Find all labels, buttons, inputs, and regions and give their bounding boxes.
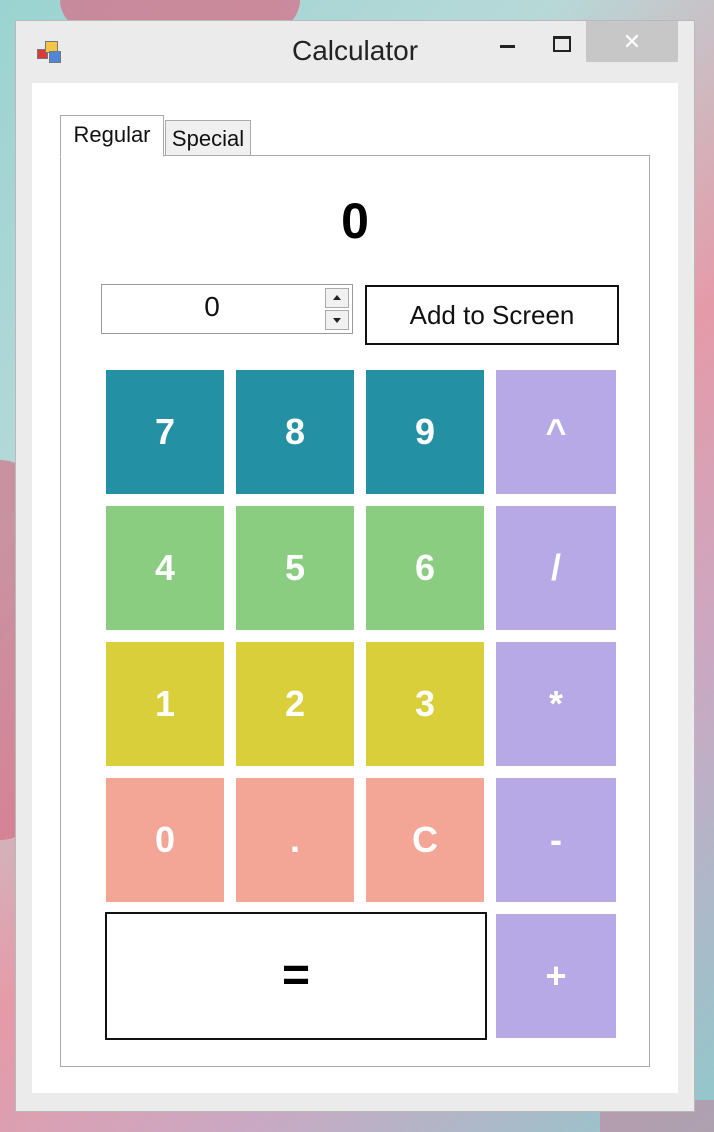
key-multiply[interactable]: * [496, 642, 616, 766]
spin-up-button[interactable] [325, 288, 349, 308]
spin-down-button[interactable] [325, 310, 349, 330]
key-8[interactable]: 8 [236, 370, 354, 494]
key-divide[interactable]: / [496, 506, 616, 630]
key-3[interactable]: 3 [366, 642, 484, 766]
minimize-button[interactable] [488, 21, 528, 62]
result-display: 0 [341, 193, 369, 249]
key-6[interactable]: 6 [366, 506, 484, 630]
key-2[interactable]: 2 [236, 642, 354, 766]
key-minus[interactable]: - [496, 778, 616, 902]
key-decimal[interactable]: . [236, 778, 354, 902]
key-9[interactable]: 9 [366, 370, 484, 494]
close-button[interactable]: ✕ [586, 21, 678, 62]
tab-regular[interactable]: Regular [60, 115, 164, 157]
maximize-button[interactable] [536, 21, 586, 62]
client-area: Regular Special 0 0 Add to Screen 7 8 9 … [32, 83, 678, 1093]
key-plus[interactable]: + [496, 914, 616, 1038]
key-clear[interactable]: C [366, 778, 484, 902]
key-1[interactable]: 1 [106, 642, 224, 766]
key-0[interactable]: 0 [106, 778, 224, 902]
title-bar[interactable]: Calculator ✕ [16, 21, 694, 83]
calculator-window: Calculator ✕ Regular Special 0 0 Add to … [15, 20, 695, 1112]
tab-special[interactable]: Special [165, 120, 251, 156]
add-to-screen-button[interactable]: Add to Screen [365, 285, 619, 345]
key-5[interactable]: 5 [236, 506, 354, 630]
number-input-stepper[interactable]: 0 [101, 284, 353, 334]
equals-button[interactable]: = [105, 912, 487, 1040]
key-4[interactable]: 4 [106, 506, 224, 630]
number-input-value[interactable]: 0 [102, 291, 322, 323]
key-7[interactable]: 7 [106, 370, 224, 494]
tab-panel-regular: 0 0 Add to Screen 7 8 9 ^ 4 5 6 / 1 2 3 … [60, 155, 650, 1067]
key-power[interactable]: ^ [496, 370, 616, 494]
